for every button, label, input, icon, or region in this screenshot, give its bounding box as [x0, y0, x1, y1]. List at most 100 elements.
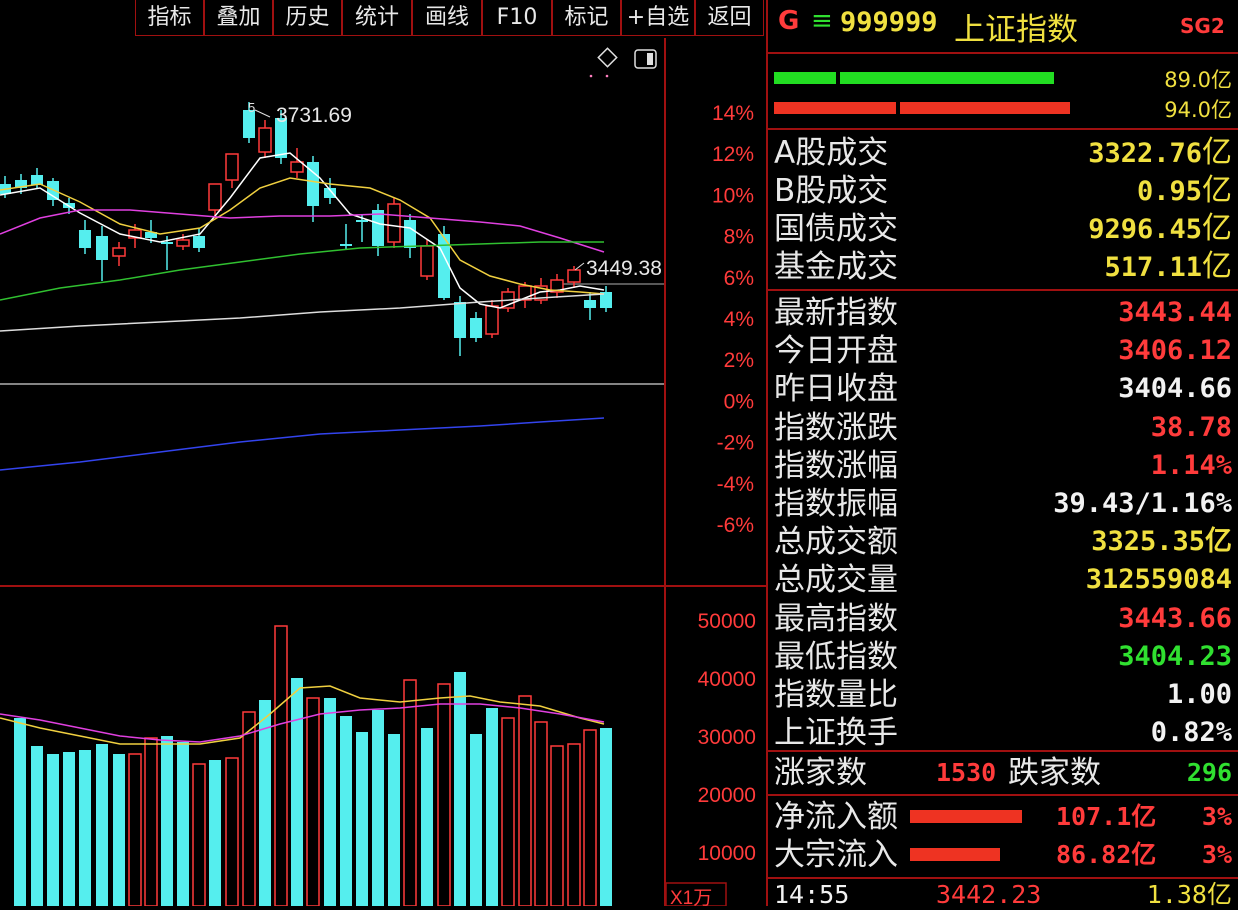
- volume-bar: [534, 721, 548, 907]
- separator: [768, 877, 1238, 879]
- volume-bar: [259, 700, 271, 906]
- volume-axis: 50000 40000 30000 20000 10000: [698, 610, 756, 865]
- candle-body: [208, 183, 222, 211]
- volume-bar: [388, 734, 400, 906]
- candle-body: [290, 161, 304, 173]
- volume-bar: [518, 695, 532, 907]
- stat-row: 指数振幅 39.43/1.16%: [774, 485, 1232, 523]
- candle-body: [485, 305, 499, 335]
- mark-button[interactable]: 标记: [552, 0, 621, 36]
- volume-bar: [454, 672, 466, 906]
- stat-label: 总成交额: [774, 524, 898, 561]
- turnover-label: B股成交: [774, 173, 889, 209]
- kline-chart[interactable]: 14% 12% 10% 8% 6% 4% 2% 0% -2% -4% -6% 50000 40000 3…: [0, 38, 766, 909]
- draw-line-button[interactable]: 画线: [412, 0, 482, 36]
- buy-volume-bar-left: [774, 72, 836, 84]
- volume-bar: [356, 732, 368, 906]
- percent-tick-label: 6%: [724, 267, 754, 290]
- candle-body: [31, 175, 43, 185]
- turnover-row: A股成交 3322.76亿: [774, 134, 1232, 172]
- stat-row: 最新指数 3443.44: [774, 294, 1232, 332]
- sg-tag: SG2: [1180, 14, 1225, 38]
- candle-body: [176, 239, 190, 247]
- stat-value: 39.43/1.16%: [1053, 488, 1232, 519]
- stat-value: 1.14%: [1150, 449, 1232, 481]
- volume-tick-label: 30000: [698, 726, 756, 749]
- volume-bar: [31, 746, 43, 906]
- stat-row: 最低指数 3404.23: [774, 638, 1232, 676]
- stat-row: 上证换手 0.82%: [774, 714, 1232, 752]
- candle-body: [470, 318, 482, 338]
- back-button[interactable]: 返回: [695, 0, 764, 36]
- separator: [768, 794, 1238, 796]
- net-inflow-value: 107.1亿: [1056, 802, 1157, 831]
- add-watchlist-button[interactable]: +自选: [621, 0, 695, 36]
- quote-panel: G ≡ 999999 上证指数 SG2 89.0亿 94.0亿 A股成交 332…: [766, 0, 1238, 909]
- percent-tick-label: 2%: [724, 349, 754, 372]
- stat-value: 3406.12: [1118, 335, 1232, 367]
- block-inflow-pct: 3%: [1201, 840, 1232, 869]
- net-inflow-pct: 3%: [1201, 802, 1232, 831]
- stat-value: 3443.44: [1118, 297, 1232, 328]
- volume-bars-group: [14, 625, 612, 907]
- turnover-value: 0.95亿: [1136, 173, 1232, 208]
- candle-body: [225, 153, 239, 181]
- percent-tick-label: 12%: [712, 143, 754, 166]
- decliners-value: 296: [1186, 758, 1232, 787]
- stat-label: 指数涨跌: [774, 409, 898, 446]
- stat-row: 最高指数 3443.66: [774, 600, 1232, 638]
- stat-label: 指数涨幅: [774, 447, 898, 484]
- turnover-row: B股成交 0.95亿: [774, 172, 1232, 210]
- last-marker-line: [574, 262, 585, 271]
- volume-bar: [192, 763, 206, 907]
- kline-chart-area[interactable]: 14% 12% 10% 8% 6% 4% 2% 0% -2% -4% -6% 50000 40000 3…: [0, 38, 766, 909]
- indicator-dot: [589, 74, 593, 78]
- volume-bar: [486, 708, 498, 906]
- volume-bar: [291, 678, 303, 906]
- buy-volume-bar: [840, 72, 1054, 84]
- candlestick-group: [0, 102, 612, 356]
- volume-tick-label: 40000: [698, 668, 756, 691]
- overlay-button[interactable]: 叠加: [204, 0, 273, 36]
- percent-tick-label: 14%: [712, 102, 754, 125]
- percent-tick-label: -6%: [717, 514, 754, 537]
- candle-body: [567, 269, 581, 283]
- block-inflow-value: 86.82亿: [1056, 840, 1157, 869]
- turnover-value: 517.11亿: [1104, 249, 1232, 284]
- stat-value: 1.00: [1166, 679, 1232, 710]
- menu-icon[interactable]: ≡: [811, 6, 833, 36]
- turnover-label: 国债成交: [774, 211, 898, 247]
- diamond-icon[interactable]: [597, 47, 618, 68]
- candle-body: [420, 245, 434, 277]
- stat-value: 312559084: [1085, 564, 1232, 596]
- stat-row: 总成交量 312559084: [774, 561, 1232, 599]
- advancers-value: 1530: [936, 758, 997, 787]
- turnover-row: 国债成交 9296.45亿: [774, 210, 1232, 248]
- volume-bar: [47, 754, 59, 906]
- stat-label: 最高指数: [774, 600, 898, 637]
- volume-tick-label: 10000: [698, 842, 756, 865]
- index-code: 999999: [840, 7, 938, 38]
- percent-tick-label: 0%: [724, 390, 754, 413]
- ma120-line: [0, 293, 605, 332]
- candle-body: [161, 242, 173, 244]
- group-g-label[interactable]: G: [778, 6, 799, 36]
- volume-bar: [340, 716, 352, 906]
- net-inflow-bar: [910, 810, 1022, 823]
- volume-bar: [372, 710, 384, 906]
- indicator-button[interactable]: 指标: [135, 0, 204, 36]
- stat-value: 3404.66: [1118, 373, 1232, 405]
- turnover-value: 9296.45亿: [1088, 211, 1232, 246]
- stat-row: 今日开盘 3406.12: [774, 332, 1232, 370]
- percent-axis: 14% 12% 10% 8% 6% 4% 2% 0% -2% -4% -6%: [712, 102, 754, 537]
- f10-button[interactable]: F10: [482, 0, 552, 36]
- history-button[interactable]: 历史: [273, 0, 342, 36]
- panel-toggle-icon[interactable]: [634, 49, 657, 69]
- statistics-button[interactable]: 统计: [342, 0, 412, 36]
- volume-bar: [242, 711, 256, 907]
- percent-tick-label: -4%: [717, 473, 754, 496]
- candle-body: [454, 302, 466, 338]
- stat-label: 昨日收盘: [774, 371, 898, 408]
- volume-bar: [437, 683, 451, 907]
- volume-bar: [403, 679, 417, 907]
